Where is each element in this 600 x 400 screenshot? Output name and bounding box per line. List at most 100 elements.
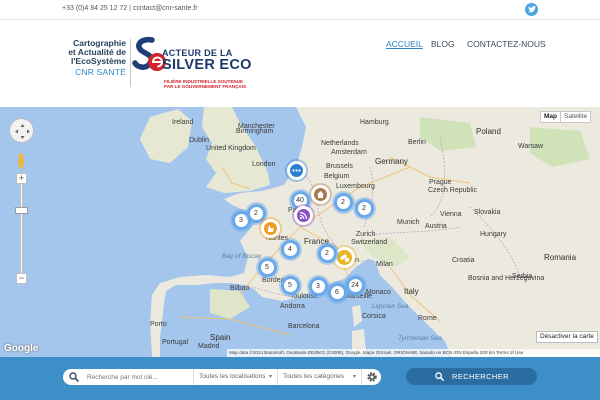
map-label: Corsica xyxy=(362,313,386,320)
map-label: London xyxy=(252,161,276,168)
contact-info: +33 (0)4 84 25 12 72 | ccntact@cnr-sante… xyxy=(62,5,198,12)
map-cluster-marker[interactable]: 2 xyxy=(246,203,266,223)
zoom-slider-handle[interactable] xyxy=(15,207,28,214)
advanced-settings-button[interactable] xyxy=(361,369,381,385)
logo-text: Cartographie et Actualité de l'EcoSystèm… xyxy=(68,38,126,77)
map-label: Hungary xyxy=(480,231,507,238)
more-dots-icon xyxy=(291,166,301,180)
map-land xyxy=(140,107,600,357)
map-label: Hamburg xyxy=(360,119,389,126)
search-bar: Toutes les localisations ▾ Toutes les ca… xyxy=(0,357,600,400)
map-label: Austria xyxy=(425,223,447,230)
map-label: Dublin xyxy=(189,137,209,144)
chevron-down-icon: ▾ xyxy=(268,374,272,380)
nav-blog[interactable]: BLOG xyxy=(431,39,455,49)
map-cluster-marker[interactable] xyxy=(310,184,330,204)
cluster-count: 5 xyxy=(265,263,269,271)
top-bar: +33 (0)4 84 25 12 72 | ccntact@cnr-sante… xyxy=(0,0,600,20)
search-button[interactable]: RECHERCHER xyxy=(406,368,537,385)
map-cluster-marker[interactable] xyxy=(260,218,280,238)
map-view[interactable]: Ireland Dublin Manchester Birmingham Uni… xyxy=(0,107,600,357)
map-cluster-marker[interactable]: 5 xyxy=(257,257,277,277)
cluster-count: 3 xyxy=(316,282,320,290)
disable-map-button[interactable]: Désactiver la carte xyxy=(536,331,598,343)
map-cluster-marker[interactable]: 2 xyxy=(354,198,374,218)
map-label: Germany xyxy=(375,157,408,166)
map-cluster-marker[interactable]: 5 xyxy=(280,275,300,295)
map-label: Poland xyxy=(476,127,501,136)
map-cluster-marker[interactable]: 2 xyxy=(333,192,353,212)
map-credits: Map data ©2014 Basarsoft, GeoBasis-DE/BK… xyxy=(227,349,600,357)
map-label: Ireland xyxy=(172,119,194,126)
map-label: Brussels xyxy=(326,163,353,170)
map-label: Amsterdam xyxy=(331,149,367,156)
cluster-count: 40 xyxy=(296,196,304,204)
zoom-slider-track[interactable] xyxy=(20,173,23,283)
map-label: Warsaw xyxy=(518,143,544,150)
chevron-down-icon: ▾ xyxy=(352,374,356,380)
map-label: Romania xyxy=(544,253,577,262)
site-header: Cartographie et Actualité de l'EcoSystèm… xyxy=(0,21,600,107)
site-logo[interactable]: Cartographie et Actualité de l'EcoSystèm… xyxy=(56,34,266,96)
map-label: Luxembourg xyxy=(336,183,375,190)
cluster-count: 5 xyxy=(288,281,292,289)
cluster-count: 24 xyxy=(351,281,359,289)
map-label: Monaco xyxy=(366,289,391,296)
map-cluster-marker[interactable] xyxy=(333,246,355,269)
cluster-count: 6 xyxy=(335,288,339,296)
hand-icon xyxy=(266,224,275,238)
map-label: Andorra xyxy=(280,303,305,310)
cluster-count: 4 xyxy=(288,245,292,253)
map-label: Tyrrhenian Sea xyxy=(398,335,442,342)
map-type-map-button[interactable]: Map xyxy=(540,111,561,123)
map-label: Zurich xyxy=(356,231,376,238)
map-label: Netherlands xyxy=(321,140,359,147)
zoom-out-button[interactable]: − xyxy=(16,273,27,284)
silver-eco-title: ACTEUR DE LA SILVER ECO xyxy=(162,48,252,73)
house-icon xyxy=(316,190,325,204)
map-cluster-marker[interactable]: 24 xyxy=(345,275,365,295)
nav-contact[interactable]: CONTACTEZ-NOUS xyxy=(467,39,546,49)
map-label: Slovakia xyxy=(474,209,501,216)
map-cluster-marker[interactable] xyxy=(293,205,313,225)
map-label: United Kingdom xyxy=(206,145,256,152)
silver-eco-subtitle: FILIÈRE INDUSTRIELLE SOUTENUE PAR LE GOU… xyxy=(164,79,247,90)
map-label: Belgium xyxy=(324,173,350,180)
keyword-search-field[interactable] xyxy=(63,369,193,385)
map-label: Spain xyxy=(210,333,231,342)
map-cluster-marker[interactable] xyxy=(286,160,306,180)
map-cluster-marker[interactable]: 6 xyxy=(327,282,347,302)
category-select-label: Toutes les catégories xyxy=(283,373,345,380)
zoom-in-button[interactable]: + xyxy=(16,173,27,184)
pan-control-icon[interactable] xyxy=(9,118,34,143)
map-cluster-marker[interactable]: 3 xyxy=(308,276,328,296)
map-label: Vienna xyxy=(440,211,462,218)
map-type-satellite-button[interactable]: Satellite xyxy=(560,111,592,123)
map-label: Milan xyxy=(376,261,393,268)
map-label: Bilbao xyxy=(230,285,250,292)
map-label: Madrid xyxy=(198,343,220,350)
map-label: Czech Republic xyxy=(428,187,478,194)
map-label: Italy xyxy=(404,287,419,296)
map-label: Porto xyxy=(150,321,167,328)
location-select[interactable]: Toutes les localisations ▾ xyxy=(193,369,277,385)
cluster-count: 3 xyxy=(239,216,243,224)
location-select-label: Toutes les localisations xyxy=(199,373,266,380)
map-label: Portugal xyxy=(162,339,189,346)
map-label: Bosnia and Herzegovina xyxy=(468,275,545,282)
logo-separator xyxy=(130,39,131,87)
search-input[interactable] xyxy=(87,371,187,383)
map-label: Birmingham xyxy=(236,128,274,135)
cluster-count: 2 xyxy=(341,198,345,206)
map-label: Rome xyxy=(418,315,437,322)
search-icon xyxy=(435,372,444,381)
pills-icon xyxy=(339,252,350,269)
street-view-pegman-icon[interactable] xyxy=(16,153,26,169)
map-cluster-marker[interactable]: 4 xyxy=(280,239,300,259)
category-select[interactable]: Toutes les catégories ▾ xyxy=(277,369,361,385)
search-button-label: RECHERCHER xyxy=(452,372,509,381)
twitter-icon[interactable] xyxy=(525,3,538,16)
nav-accueil[interactable]: ACCUEIL xyxy=(386,39,423,49)
map-cluster-marker[interactable]: 2 xyxy=(317,243,337,263)
cluster-count: 2 xyxy=(362,204,366,212)
